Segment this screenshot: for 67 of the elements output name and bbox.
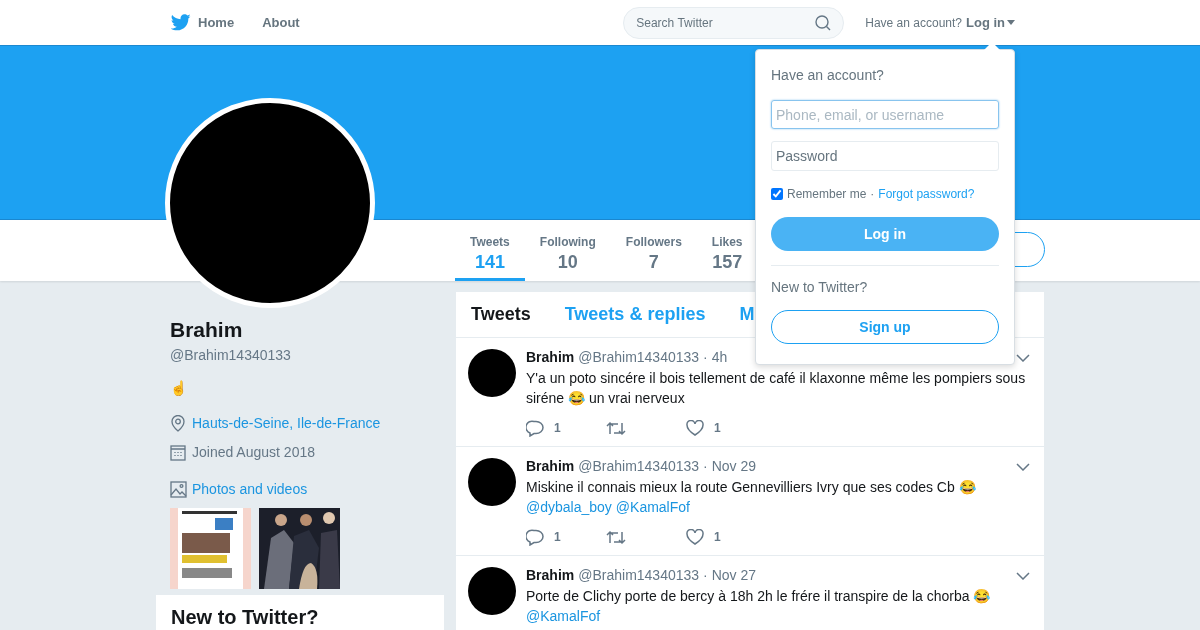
location-link[interactable]: Hauts-de-Seine, Ile-de-France	[192, 413, 381, 434]
like-count: 1	[714, 529, 721, 546]
like-count: 1	[714, 420, 721, 437]
account-prompt: Have an account?	[865, 14, 962, 32]
timeline-tab[interactable]: Tweets & replies	[564, 301, 706, 328]
mention-link[interactable]: @dybala_boy	[526, 497, 612, 517]
tweet-author-name[interactable]: Brahim	[526, 347, 575, 368]
card-title: New to Twitter?	[171, 606, 319, 628]
speech-bubble-icon[interactable]	[526, 419, 544, 437]
tweet-time[interactable]: · 4h	[703, 347, 728, 368]
location-pin-icon	[170, 415, 186, 432]
caret-icon	[1007, 20, 1015, 25]
tweet-avatar[interactable]	[468, 458, 516, 506]
reply-count: 1	[554, 529, 561, 546]
tweet-card[interactable]: Brahim @Brahim14340133 · Nov 29 Miskine il connais mieux la route Gennevilliers Ivry que ses codes Cb 😂 @dybala_boy @KamalFof 1 1	[456, 447, 1044, 556]
forgot-password-link[interactable]: Forgot password?	[878, 185, 975, 203]
join-date: Joined August 2018	[192, 443, 315, 462]
nav-link[interactable]: About	[262, 12, 300, 33]
profile-handle: @Brahim14340133	[170, 346, 292, 365]
bird-icon	[171, 14, 191, 31]
tweet-author-name[interactable]: Brahim	[526, 565, 575, 586]
chevron-down-icon[interactable]	[1016, 353, 1030, 362]
separator-dot: ·	[870, 186, 875, 203]
mention-link[interactable]: @KamalFof	[615, 497, 690, 517]
tweet-time[interactable]: · Nov 29	[703, 456, 756, 477]
retweet-icon[interactable]	[606, 529, 626, 545]
image-icon	[170, 481, 187, 498]
profile-stat-tab[interactable]: Followers 7	[610, 220, 697, 281]
photos-link[interactable]: Photos and videos	[192, 479, 308, 500]
username-field[interactable]: Phone, email, or username	[771, 100, 999, 129]
search-input[interactable]: Search Twitter	[636, 13, 797, 32]
profile-bio: ☝	[170, 379, 187, 398]
profile-name: Brahim	[170, 317, 244, 343]
timeline-tab[interactable]: M	[739, 301, 755, 328]
heart-icon[interactable]	[686, 529, 704, 545]
tweet-author-handle[interactable]: @Brahim14340133	[578, 456, 700, 477]
tweet-text: Porte de Clichy porte de bercy à 18h 2h le frére il transpire de la chorba 😂	[526, 587, 992, 606]
heart-icon[interactable]	[686, 420, 704, 436]
profile-stat-tab[interactable]: Tweets 141	[455, 220, 525, 281]
login-menu-button[interactable]: Log in	[966, 12, 1015, 33]
nav-link[interactable]: Home	[198, 12, 235, 33]
tweet-author-handle[interactable]: @Brahim14340133	[578, 565, 700, 586]
profile-stat-tab[interactable]: Following 10	[524, 220, 611, 281]
tweet-author-name[interactable]: Brahim	[526, 456, 575, 477]
tweet-text: Y'a un poto sincére il bois tellement de café il klaxonne même les pompiers sous siréne 😂 un vrai nerveux	[526, 369, 1027, 408]
tweet-time[interactable]: · Nov 27	[703, 565, 756, 586]
mention-link[interactable]: @KamalFof	[526, 606, 601, 626]
timeline-tab[interactable]: Tweets	[471, 301, 531, 328]
password-field[interactable]: Password	[771, 141, 999, 171]
tweet-avatar[interactable]	[468, 567, 516, 615]
chevron-down-icon[interactable]	[1016, 462, 1030, 471]
tweet-text: Miskine il connais mieux la route Gennevilliers Ivry que ses codes Cb 😂	[526, 478, 977, 497]
dropdown-title: Have an account?	[771, 66, 885, 85]
remember-checkbox[interactable]	[771, 188, 783, 200]
search-icon[interactable]	[815, 14, 832, 31]
chevron-down-icon[interactable]	[1016, 571, 1030, 580]
remember-label: Remember me	[787, 186, 867, 203]
retweet-icon[interactable]	[606, 420, 626, 436]
tweet-avatar[interactable]	[468, 349, 516, 397]
signup-prompt: New to Twitter?	[771, 278, 869, 297]
search-bar[interactable]: Search Twitter	[623, 6, 845, 39]
tweet-author-handle[interactable]: @Brahim14340133	[578, 347, 700, 368]
speech-bubble-icon[interactable]	[526, 528, 544, 546]
reply-count: 1	[554, 420, 561, 437]
profile-stat-tab[interactable]: Likes 157	[696, 220, 758, 281]
tweet-card[interactable]: Brahim @Brahim14340133 · Nov 27 Porte de Clichy porte de bercy à 18h 2h le frére il transpire de la chorba 😂 @KamalFof	[456, 556, 1044, 630]
calendar-icon	[170, 444, 186, 461]
